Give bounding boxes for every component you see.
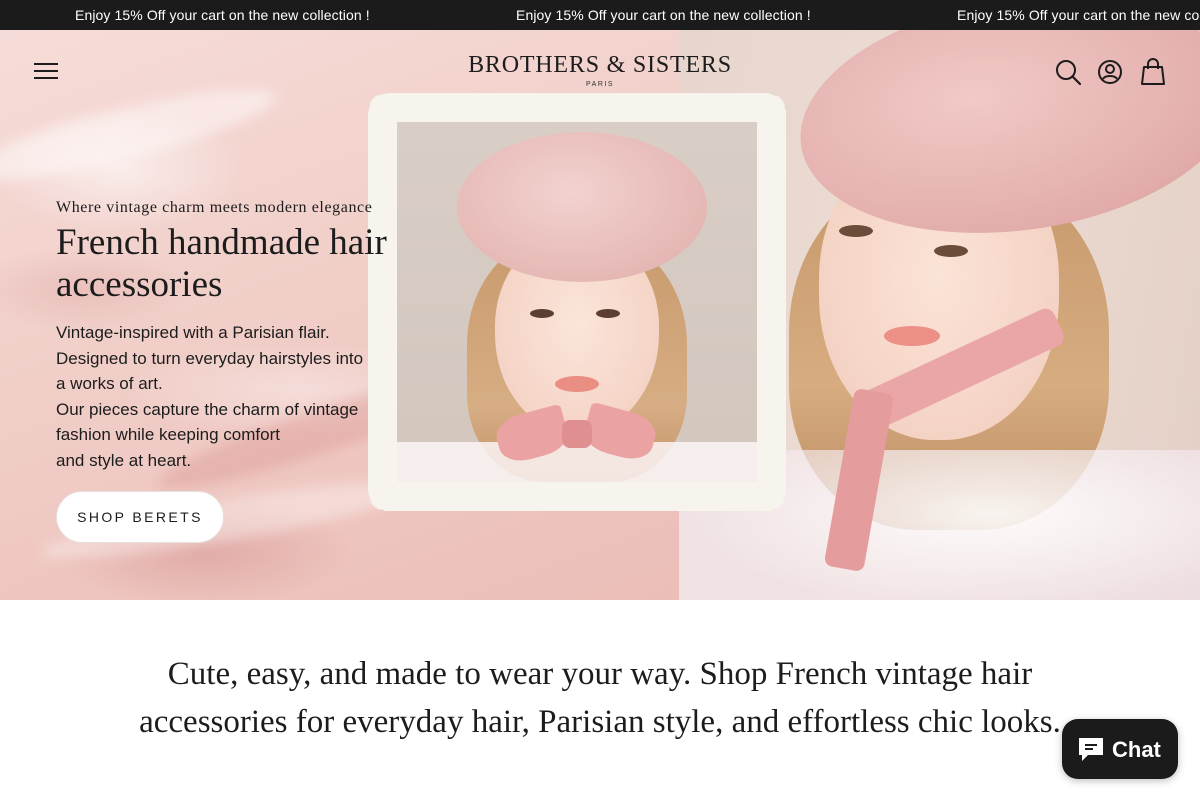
announcement-message: Enjoy 15% Off your cart on the new colle… <box>516 7 811 23</box>
logo-subtitle: PARIS <box>586 81 614 88</box>
fabric-fold <box>0 72 282 198</box>
shop-berets-button[interactable]: SHOP BERETS <box>56 491 224 543</box>
hero-body-line: Our pieces capture the charm of vintage <box>56 399 359 419</box>
hero-body-line: Designed to turn everyday hairstyles int… <box>56 348 364 368</box>
hero-subtitle: Where vintage charm meets modern eleganc… <box>56 199 373 216</box>
hero-title: French handmade hair accessories <box>56 222 387 305</box>
logo-wordmark: BROTHERS & SISTERS <box>468 52 732 78</box>
hero-body-line: and style at heart. <box>56 450 192 470</box>
hero-body-line: fashion while keeping comfort <box>56 425 280 444</box>
site-logo[interactable]: BROTHERS & SISTERS PARIS <box>440 52 760 88</box>
hero-body-line: a works of art. <box>56 374 163 393</box>
account-icon[interactable] <box>1097 58 1125 86</box>
chat-label: Chat <box>1112 737 1161 762</box>
hero-copy: Where vintage charm meets modern eleganc… <box>56 198 436 473</box>
framed-photo-model <box>397 122 757 482</box>
menu-icon[interactable] <box>34 61 58 81</box>
chat-bubble-icon <box>1079 738 1103 761</box>
announcement-bar: Enjoy 15% Off your cart on the new colle… <box>0 0 1200 30</box>
announcement-message: Enjoy 15% Off your cart on the new colle… <box>957 7 1200 23</box>
tagline: Cute, easy, and made to wear your way. S… <box>139 656 1061 740</box>
search-icon[interactable] <box>1054 58 1082 86</box>
announcement-message: Enjoy 15% Off your cart on the new colle… <box>75 7 370 23</box>
cart-icon[interactable] <box>1140 58 1168 86</box>
chat-button[interactable]: Chat <box>1062 719 1178 779</box>
hero-body-line: Vintage-inspired with a Parisian flair. <box>56 323 330 342</box>
hero-body: Vintage-inspired with a Parisian flair. … <box>56 320 436 473</box>
